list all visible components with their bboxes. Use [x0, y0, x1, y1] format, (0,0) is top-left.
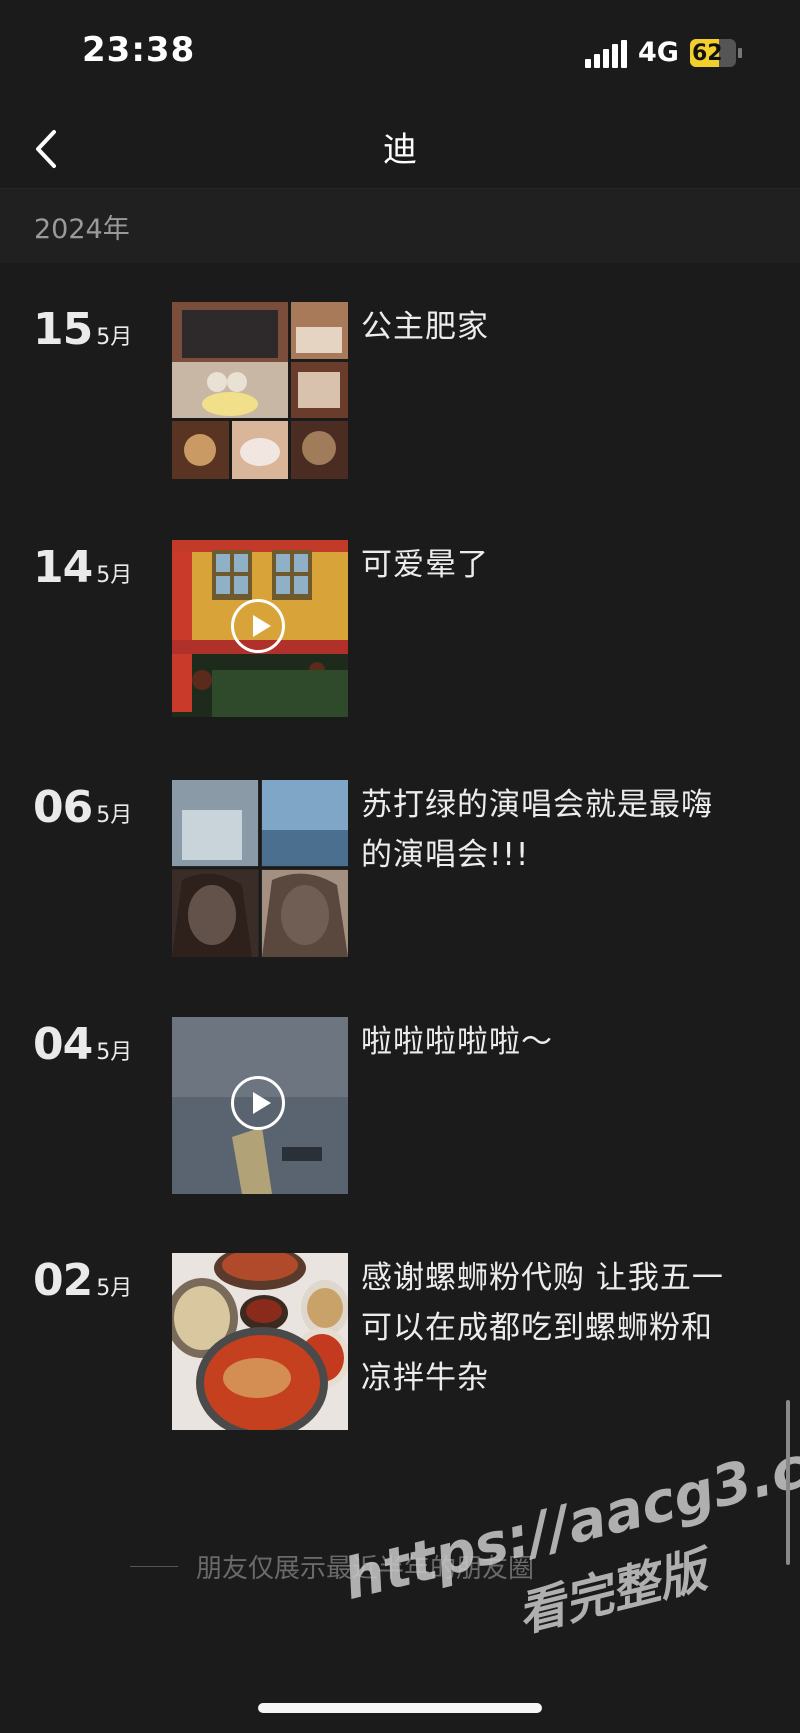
post-caption: 公主肥家 — [361, 309, 489, 345]
status-time: 23:38 — [82, 30, 196, 70]
photo-grid-image — [172, 302, 348, 479]
post-day: 04 — [33, 1019, 93, 1070]
play-icon — [231, 599, 285, 653]
post-caption: 可爱晕了 — [361, 547, 489, 583]
photo-grid-image — [172, 780, 348, 957]
post-day: 14 — [33, 542, 93, 593]
year-label: 2024年 — [34, 214, 130, 245]
scrollbar[interactable] — [786, 1400, 790, 1565]
battery-percent: 62 — [692, 41, 723, 66]
food-photo-image — [172, 1253, 348, 1430]
post-caption: 啦啦啦啦啦～ — [361, 1024, 553, 1060]
status-bar: 23:38 4G 62 — [0, 0, 800, 110]
post-date: 02 5月 — [33, 1255, 132, 1306]
post-thumbnail[interactable] — [172, 1017, 348, 1194]
divider — [130, 1566, 178, 1567]
page-title: 迪 — [383, 130, 417, 170]
moment-post[interactable]: 15 5月 公主肥家 — [0, 302, 800, 482]
play-icon — [231, 1076, 285, 1130]
post-month: 5月 — [96, 563, 133, 588]
network-type: 4G — [638, 37, 679, 68]
post-month: 5月 — [96, 803, 133, 828]
post-date: 06 5月 — [33, 782, 132, 833]
post-thumbnail[interactable] — [172, 540, 348, 717]
home-indicator[interactable] — [258, 1703, 542, 1713]
post-thumbnail[interactable] — [172, 1253, 348, 1430]
post-date: 04 5月 — [33, 1019, 132, 1070]
year-header: 2024年 — [0, 188, 800, 263]
battery-icon: 62 — [690, 39, 744, 67]
post-caption: 苏打绿的演唱会就是最嗨的演唱会!!! — [361, 787, 713, 873]
moment-post[interactable]: 14 5月 可爱晕了 — [0, 540, 800, 720]
moment-post[interactable]: 04 5月 啦啦啦啦啦～ — [0, 1017, 800, 1197]
post-thumbnail[interactable] — [172, 302, 348, 479]
post-date: 15 5月 — [33, 304, 132, 355]
post-caption: 感谢螺蛳粉代购 让我五一可以在成都吃到螺蛳粉和凉拌牛杂 — [361, 1260, 724, 1396]
nav-bar: 迪 — [0, 110, 800, 188]
post-day: 06 — [33, 782, 93, 833]
post-day: 15 — [33, 304, 93, 355]
post-month: 5月 — [96, 325, 133, 350]
signal-icon — [585, 40, 627, 68]
post-thumbnail[interactable] — [172, 780, 348, 957]
post-date: 14 5月 — [33, 542, 132, 593]
moment-post[interactable]: 06 5月 苏打绿的演唱会就是最嗨的演唱会!!! — [0, 780, 800, 960]
post-month: 5月 — [96, 1276, 133, 1301]
post-day: 02 — [33, 1255, 93, 1306]
post-month: 5月 — [96, 1040, 133, 1065]
